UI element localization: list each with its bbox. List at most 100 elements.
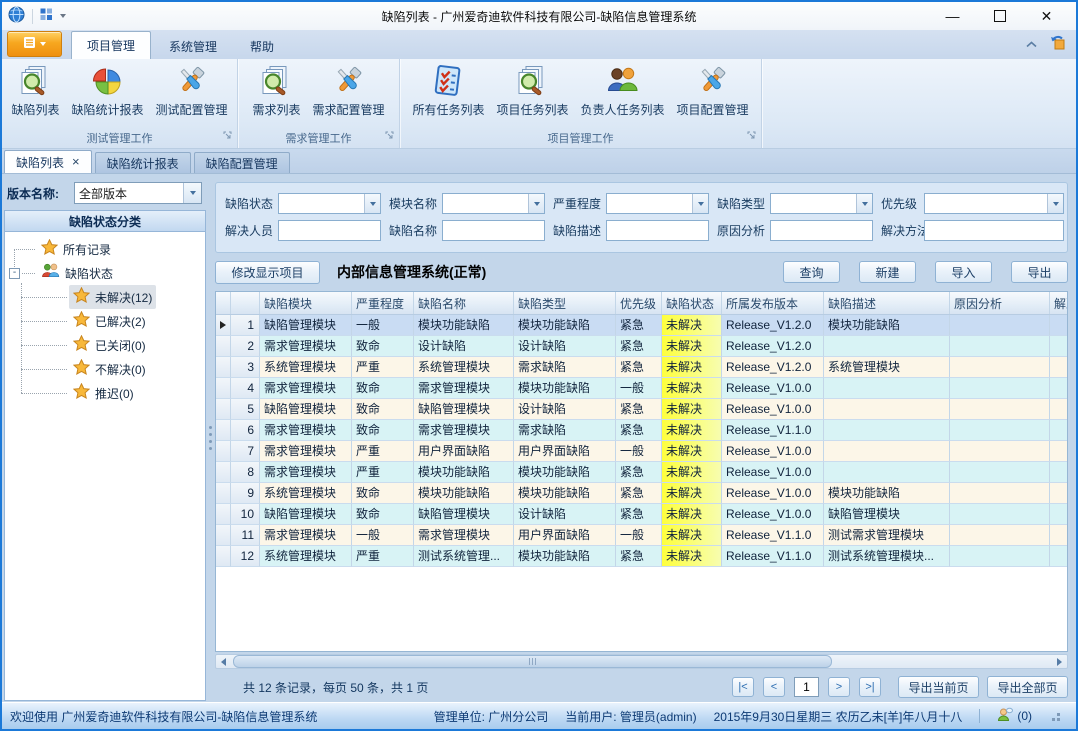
- column-header[interactable]: 缺陷类型: [514, 292, 616, 314]
- tree-item[interactable]: 不解决(0): [5, 357, 205, 381]
- tree-item[interactable]: 未解决(12): [5, 285, 205, 309]
- filter-input[interactable]: [278, 220, 381, 241]
- scroll-right-icon[interactable]: [1052, 655, 1067, 668]
- import-button[interactable]: 导入: [935, 261, 992, 283]
- chevron-down-icon[interactable]: [1047, 194, 1063, 213]
- table-row[interactable]: 3系统管理模块严重系统管理模块需求缺陷紧急未解决Release_V1.2.0系统…: [216, 357, 1067, 378]
- close-button[interactable]: ✕: [1023, 3, 1070, 30]
- column-header[interactable]: 解决方法: [1050, 292, 1067, 314]
- filter-combo[interactable]: [606, 193, 709, 214]
- column-header[interactable]: 缺陷模块: [260, 292, 352, 314]
- ribbon-tab[interactable]: 帮助: [235, 33, 289, 59]
- scrollbar-thumb[interactable]: [233, 655, 832, 668]
- maximize-button[interactable]: [976, 3, 1023, 30]
- titlebar: 缺陷列表 - 广州爱奇迪软件科技有限公司-缺陷信息管理系统 — ✕: [2, 2, 1076, 30]
- dialog-launcher-icon[interactable]: [222, 130, 233, 144]
- ribbon-button[interactable]: 项目配置管理: [671, 63, 755, 120]
- document-tab[interactable]: 缺陷列表×: [4, 150, 92, 173]
- export-current-page-button[interactable]: 导出当前页: [898, 676, 979, 698]
- ribbon-tab[interactable]: 系统管理: [154, 33, 232, 59]
- filter-combo[interactable]: [770, 193, 873, 214]
- ribbon-button[interactable]: 需求列表: [246, 63, 306, 120]
- about-icon[interactable]: [1049, 34, 1066, 54]
- tree-item[interactable]: 所有记录: [5, 237, 205, 261]
- query-button[interactable]: 查询: [783, 261, 840, 283]
- ribbon-button[interactable]: 负责人任务列表: [575, 63, 671, 120]
- chevron-down-icon[interactable]: [856, 194, 872, 213]
- filter-input[interactable]: [442, 220, 545, 241]
- tree-item[interactable]: -缺陷状态: [5, 261, 205, 285]
- table-cell: [950, 357, 1050, 378]
- prev-page-button[interactable]: <: [763, 677, 785, 697]
- minimize-button[interactable]: —: [929, 3, 976, 30]
- last-page-button[interactable]: >|: [859, 677, 881, 697]
- filter-combo[interactable]: [442, 193, 545, 214]
- column-header[interactable]: 缺陷状态: [662, 292, 722, 314]
- quick-access-icon[interactable]: [40, 8, 53, 24]
- scrollbar-track[interactable]: [231, 655, 1052, 668]
- table-row[interactable]: 11需求管理模块一般需求管理模块用户界面缺陷一般未解决Release_V1.1.…: [216, 525, 1067, 546]
- version-combo[interactable]: 全部版本: [74, 182, 202, 204]
- document-tab[interactable]: 缺陷配置管理: [194, 152, 290, 173]
- export-all-pages-button[interactable]: 导出全部页: [987, 676, 1068, 698]
- table-row[interactable]: 12系统管理模块严重测试系统管理...模块功能缺陷紧急未解决Release_V1…: [216, 546, 1067, 567]
- first-page-button[interactable]: |<: [732, 677, 754, 697]
- chevron-down-icon[interactable]: [60, 14, 66, 18]
- ribbon-button[interactable]: 所有任务列表: [406, 63, 490, 120]
- tree-collapse-toggle[interactable]: -: [9, 268, 20, 279]
- chevron-down-icon[interactable]: [364, 194, 380, 213]
- table-row[interactable]: 9系统管理模块致命模块功能缺陷模块功能缺陷紧急未解决Release_V1.0.0…: [216, 483, 1067, 504]
- table-row[interactable]: 8需求管理模块严重模块功能缺陷模块功能缺陷紧急未解决Release_V1.0.0: [216, 462, 1067, 483]
- close-icon[interactable]: ×: [72, 157, 80, 167]
- dialog-launcher-icon[interactable]: [746, 130, 757, 144]
- table-row[interactable]: 1缺陷管理模块一般模块功能缺陷模块功能缺陷紧急未解决Release_V1.2.0…: [216, 315, 1067, 336]
- table-row[interactable]: 5缺陷管理模块致命缺陷管理模块设计缺陷紧急未解决Release_V1.0.0: [216, 399, 1067, 420]
- chevron-down-icon[interactable]: [528, 194, 544, 213]
- splitter-handle[interactable]: [207, 426, 213, 450]
- message-indicator[interactable]: (0): [997, 707, 1032, 725]
- document-tab[interactable]: 缺陷统计报表: [95, 152, 191, 173]
- filter-combo[interactable]: [278, 193, 381, 214]
- column-header[interactable]: 原因分析: [950, 292, 1050, 314]
- table-row[interactable]: 10缺陷管理模块致命缺陷管理模块设计缺陷紧急未解决Release_V1.0.0缺…: [216, 504, 1067, 525]
- filter-field: 缺陷名称: [389, 220, 545, 241]
- ribbon-tab[interactable]: 项目管理: [71, 31, 151, 59]
- ribbon-button[interactable]: 需求配置管理: [307, 63, 391, 120]
- column-header[interactable]: 缺陷描述: [824, 292, 950, 314]
- status-bar: 欢迎使用 广州爱奇迪软件科技有限公司-缺陷信息管理系统 管理单位: 广州分公司 …: [2, 702, 1076, 729]
- tree-item[interactable]: 推迟(0): [5, 381, 205, 405]
- filter-combo[interactable]: [924, 193, 1064, 214]
- filter-input[interactable]: [606, 220, 709, 241]
- next-page-button[interactable]: >: [828, 677, 850, 697]
- tree-item[interactable]: 已关闭(0): [5, 333, 205, 357]
- resize-grip[interactable]: [1049, 710, 1061, 722]
- column-header[interactable]: 优先级: [616, 292, 662, 314]
- column-header[interactable]: 严重程度: [352, 292, 414, 314]
- table-row[interactable]: 4需求管理模块致命需求管理模块模块功能缺陷一般未解决Release_V1.0.0: [216, 378, 1067, 399]
- table-cell: 致命: [352, 504, 414, 525]
- table-row[interactable]: 2需求管理模块致命设计缺陷设计缺陷紧急未解决Release_V1.2.0: [216, 336, 1067, 357]
- dialog-launcher-icon[interactable]: [384, 130, 395, 144]
- modify-display-items-button[interactable]: 修改显示项目: [215, 261, 320, 284]
- collapse-ribbon-icon[interactable]: [1026, 37, 1037, 51]
- column-header[interactable]: 所属发布版本: [722, 292, 824, 314]
- chevron-down-icon[interactable]: [183, 183, 201, 203]
- scroll-left-icon[interactable]: [216, 655, 231, 668]
- export-button[interactable]: 导出: [1011, 261, 1068, 283]
- application-menu-button[interactable]: [7, 31, 62, 57]
- filter-input[interactable]: [770, 220, 873, 241]
- ribbon-button[interactable]: 缺陷统计报表: [65, 63, 149, 120]
- column-header[interactable]: 缺陷名称: [414, 292, 514, 314]
- table-row[interactable]: 7需求管理模块严重用户界面缺陷用户界面缺陷一般未解决Release_V1.0.0: [216, 441, 1067, 462]
- page-number-input[interactable]: [794, 677, 819, 697]
- ribbon-button[interactable]: 测试配置管理: [150, 63, 234, 120]
- star-icon: [73, 287, 90, 307]
- filter-input[interactable]: [924, 220, 1064, 241]
- new-button[interactable]: 新建: [859, 261, 916, 283]
- horizontal-scrollbar[interactable]: [215, 654, 1068, 669]
- table-row[interactable]: 6需求管理模块致命需求管理模块需求缺陷紧急未解决Release_V1.1.0: [216, 420, 1067, 441]
- ribbon-button[interactable]: 项目任务列表: [490, 63, 574, 120]
- ribbon-button[interactable]: 缺陷列表: [5, 63, 65, 120]
- chevron-down-icon[interactable]: [692, 194, 708, 213]
- tree-item[interactable]: 已解决(2): [5, 309, 205, 333]
